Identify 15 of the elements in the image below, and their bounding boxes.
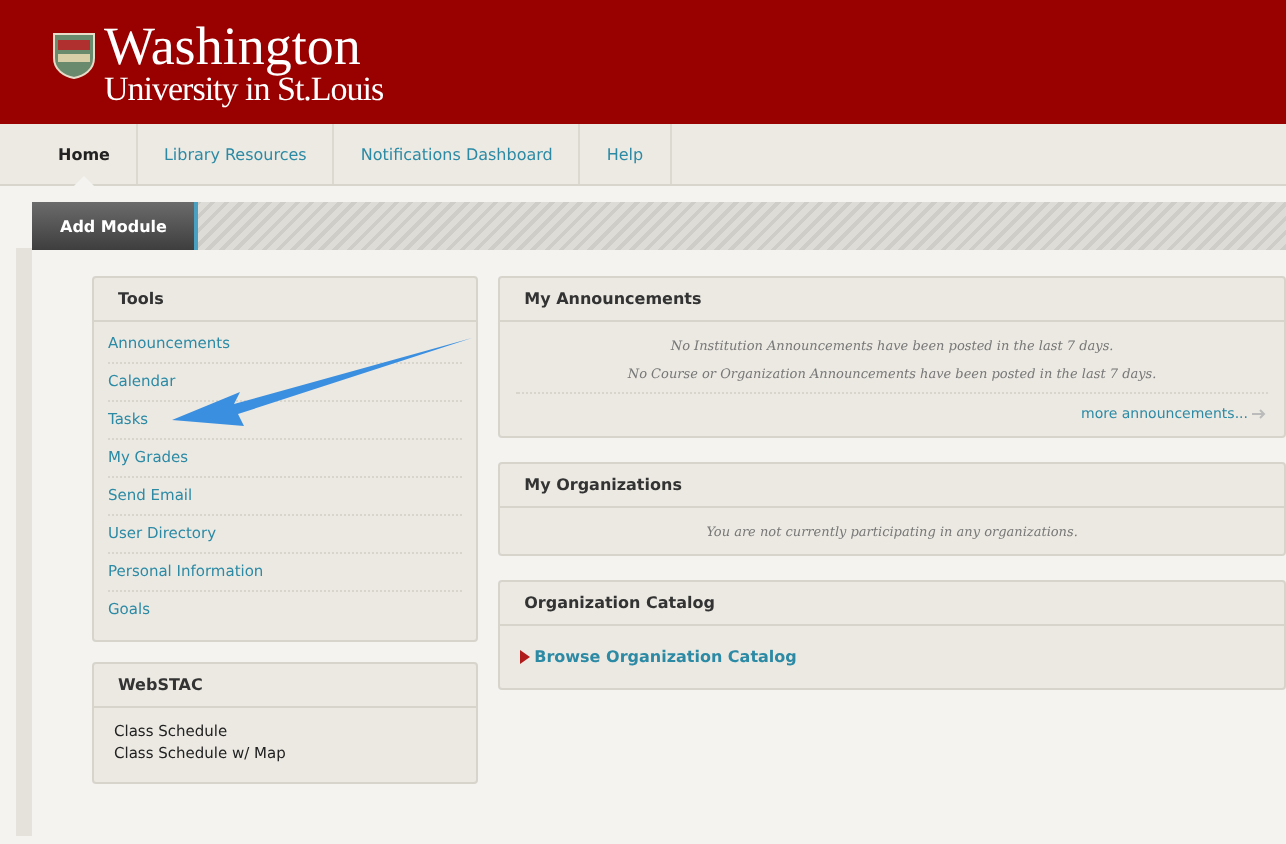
nav-tab[interactable]: Library Resources [137, 124, 335, 184]
module-title: My Announcements [500, 278, 1284, 322]
module-title: Tools [94, 278, 477, 322]
module-title: WebSTAC [94, 664, 477, 708]
nav-tab[interactable]: Notifications Dashboard [334, 124, 581, 184]
arrow-icon [1252, 408, 1268, 420]
module-title: Organization Catalog [500, 582, 1284, 626]
caret-icon [520, 650, 531, 664]
nav-tab[interactable]: Home [32, 124, 138, 184]
logo-wordmark[interactable]: Washington [104, 20, 384, 72]
module-title: My Organizations [500, 464, 1284, 508]
nav-tab[interactable]: Help [580, 124, 672, 184]
browse-link[interactable]: Browse Organization Catalog [534, 648, 797, 666]
crest-icon [52, 32, 96, 80]
add-module-button[interactable]: Add Module [32, 202, 199, 250]
